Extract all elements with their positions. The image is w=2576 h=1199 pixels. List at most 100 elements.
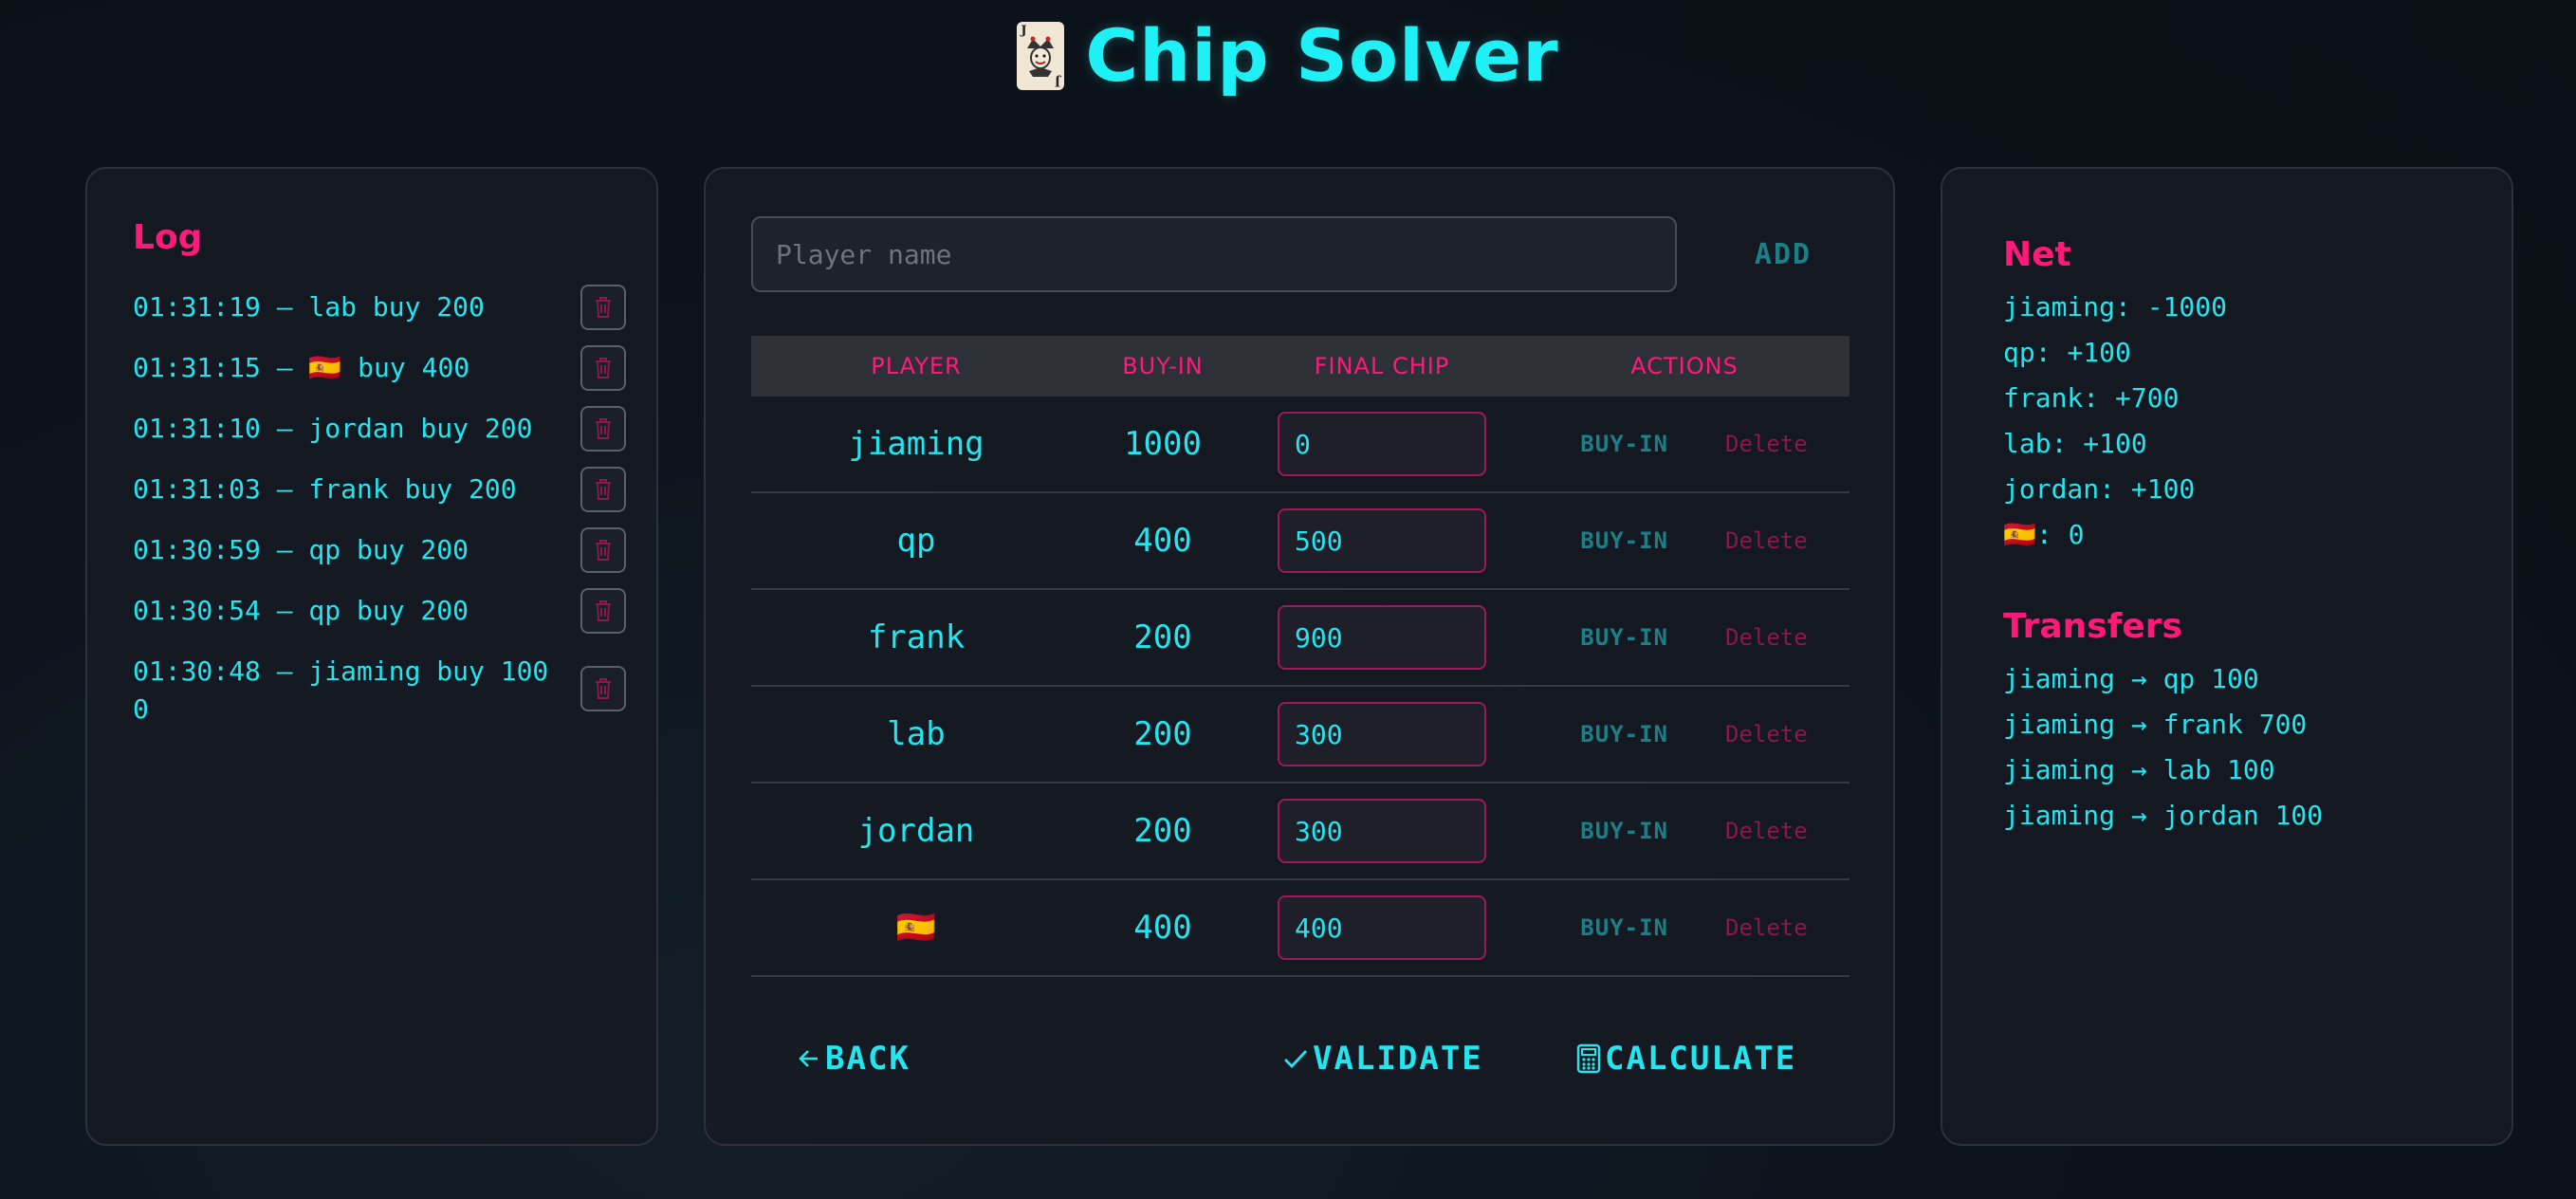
row-buyin-button[interactable]: BUY-IN xyxy=(1580,527,1668,554)
net-heading: Net xyxy=(2003,235,2071,274)
player-buyin: 200 xyxy=(1133,812,1192,850)
row-delete-button[interactable]: Delete xyxy=(1725,431,1808,457)
delete-log-button[interactable] xyxy=(580,406,626,452)
player-name: lab xyxy=(887,715,946,753)
final-chip-input[interactable] xyxy=(1278,799,1486,863)
log-entry-text: 01:30:54 — qp buy 200 xyxy=(133,595,469,626)
player-name: frank xyxy=(867,618,966,656)
final-chip-input[interactable] xyxy=(1278,702,1486,766)
column-header-player: PLAYER xyxy=(871,353,962,379)
transfer-item: jiaming → qp 100 xyxy=(2003,663,2259,694)
row-delete-button[interactable]: Delete xyxy=(1725,527,1808,554)
table-row: jordan 200 BUY-IN Delete xyxy=(751,784,1849,880)
log-entry-text: 01:31:15 — 🇪🇸 buy 400 xyxy=(133,352,470,383)
back-label: BACK xyxy=(825,1040,911,1078)
row-buyin-button[interactable]: BUY-IN xyxy=(1580,431,1668,457)
joker-card-icon: J J xyxy=(1017,21,1065,90)
final-chip-input[interactable] xyxy=(1278,605,1486,670)
player-name: jiaming xyxy=(848,425,984,463)
table-row: qp 400 BUY-IN Delete xyxy=(751,493,1849,590)
delete-log-button[interactable] xyxy=(580,527,626,573)
add-player-button[interactable]: ADD xyxy=(1715,238,1851,271)
player-buyin: 200 xyxy=(1133,715,1192,753)
column-header-final-chip: FINAL CHIP xyxy=(1314,353,1450,379)
validate-label: VALIDATE xyxy=(1313,1040,1483,1078)
final-chip-input[interactable] xyxy=(1278,895,1486,960)
players-table: PLAYER BUY-IN FINAL CHIP ACTIONS jiaming… xyxy=(751,336,1849,977)
app-title: Chip Solver xyxy=(1085,13,1559,98)
table-row: lab 200 BUY-IN Delete xyxy=(751,687,1849,784)
column-header-buyin: BUY-IN xyxy=(1122,353,1204,379)
row-buyin-button[interactable]: BUY-IN xyxy=(1580,721,1668,747)
player-buyin: 400 xyxy=(1133,909,1192,947)
results-panel: Net jiaming: -1000 qp: +100 frank: +700 … xyxy=(1941,167,2513,1146)
arrow-left-icon xyxy=(799,1050,818,1067)
final-chip-input[interactable] xyxy=(1278,508,1486,573)
table-row: frank 200 BUY-IN Delete xyxy=(751,590,1849,687)
trash-icon xyxy=(596,540,611,561)
net-item: 🇪🇸: 0 xyxy=(2003,519,2085,550)
row-delete-button[interactable]: Delete xyxy=(1725,914,1808,941)
transfers-heading: Transfers xyxy=(2003,607,2182,646)
table-header: PLAYER BUY-IN FINAL CHIP ACTIONS xyxy=(751,336,1849,397)
trash-icon xyxy=(596,678,611,699)
log-entry-text: 01:30:48 — jiaming buy 1000 xyxy=(133,655,549,725)
log-list: 01:31:19 — lab buy 200 01:31:15 — 🇪🇸 buy… xyxy=(133,285,626,742)
transfer-item: jiaming → lab 100 xyxy=(2003,754,2275,785)
calculate-label: CALCULATE xyxy=(1605,1040,1797,1078)
net-item: frank: +700 xyxy=(2003,382,2180,414)
delete-log-button[interactable] xyxy=(580,467,626,512)
calculator-icon xyxy=(1576,1043,1601,1074)
check-icon xyxy=(1284,1050,1308,1069)
transfers-list: jiaming → qp 100 jiaming → frank 700 jia… xyxy=(2003,656,2323,839)
trash-icon xyxy=(596,479,611,500)
player-name: qp xyxy=(896,522,936,560)
log-entry: 01:31:03 — frank buy 200 xyxy=(133,467,626,514)
log-entry-text: 01:31:10 — jordan buy 200 xyxy=(133,413,533,444)
player-name: 🇪🇸 xyxy=(895,909,937,947)
transfer-item: jiaming → frank 700 xyxy=(2003,709,2308,740)
player-buyin: 400 xyxy=(1133,522,1192,560)
row-buyin-button[interactable]: BUY-IN xyxy=(1580,624,1668,651)
players-panel: ADD PLAYER BUY-IN FINAL CHIP ACTIONS jia… xyxy=(704,167,1895,1146)
net-item: qp: +100 xyxy=(2003,337,2131,368)
delete-log-button[interactable] xyxy=(580,285,626,330)
log-entry-text: 01:31:03 — frank buy 200 xyxy=(133,473,517,505)
action-bar: BACK VALIDATE CALCULATE xyxy=(751,1030,1849,1087)
row-buyin-button[interactable]: BUY-IN xyxy=(1580,914,1668,941)
column-header-actions: ACTIONS xyxy=(1630,353,1739,379)
delete-log-button[interactable] xyxy=(580,588,626,634)
trash-icon xyxy=(596,358,611,378)
player-buyin: 200 xyxy=(1133,618,1192,656)
log-entry: 01:31:10 — jordan buy 200 xyxy=(133,406,626,453)
transfer-item: jiaming → jordan 100 xyxy=(2003,800,2324,831)
log-entry: 01:31:15 — 🇪🇸 buy 400 xyxy=(133,345,626,393)
calculate-button[interactable]: CALCULATE xyxy=(1576,1030,1796,1087)
row-buyin-button[interactable]: BUY-IN xyxy=(1580,818,1668,844)
net-list: jiaming: -1000 qp: +100 frank: +700 lab:… xyxy=(2003,285,2227,558)
validate-button[interactable]: VALIDATE xyxy=(1282,1030,1483,1087)
log-heading: Log xyxy=(133,218,203,257)
add-player-row: ADD xyxy=(751,216,1851,292)
log-panel: Log 01:31:19 — lab buy 200 01:31:15 — 🇪🇸… xyxy=(85,167,658,1146)
net-item: lab: +100 xyxy=(2003,428,2147,459)
log-entry-text: 01:31:19 — lab buy 200 xyxy=(133,291,485,323)
app-header: J J Chip Solver xyxy=(0,13,2576,98)
player-name-input[interactable] xyxy=(751,216,1677,292)
log-entry: 01:30:54 — qp buy 200 xyxy=(133,588,626,636)
log-entry-text: 01:30:59 — qp buy 200 xyxy=(133,534,469,565)
delete-log-button[interactable] xyxy=(580,345,626,391)
net-item: jordan: +100 xyxy=(2003,473,2196,505)
log-entry: 01:30:59 — qp buy 200 xyxy=(133,527,626,575)
table-row: 🇪🇸 400 BUY-IN Delete xyxy=(751,880,1849,977)
row-delete-button[interactable]: Delete xyxy=(1725,721,1808,747)
final-chip-input[interactable] xyxy=(1278,412,1486,476)
net-item: jiaming: -1000 xyxy=(2003,291,2228,323)
back-button[interactable]: BACK xyxy=(797,1030,911,1087)
log-entry: 01:30:48 — jiaming buy 1000 xyxy=(133,649,626,729)
delete-log-button[interactable] xyxy=(580,666,626,711)
player-name: jordan xyxy=(857,812,975,850)
row-delete-button[interactable]: Delete xyxy=(1725,624,1808,651)
log-entry: 01:31:19 — lab buy 200 xyxy=(133,285,626,332)
row-delete-button[interactable]: Delete xyxy=(1725,818,1808,844)
